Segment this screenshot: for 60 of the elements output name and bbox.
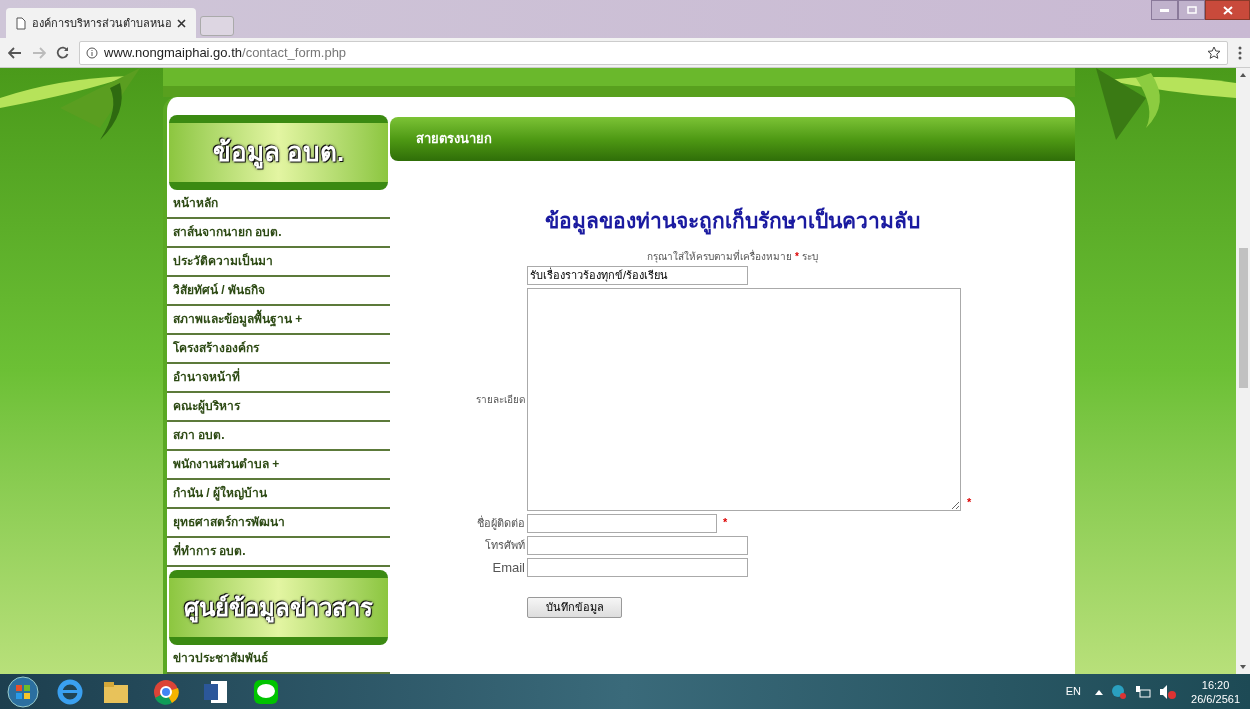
language-indicator[interactable]: EN [1065,683,1082,700]
sidebar-item[interactable]: ที่ทำการ อบต. [167,538,390,567]
required-mark: * [723,514,728,530]
clock-time[interactable]: 16:20 [1201,677,1230,692]
close-button[interactable] [1205,0,1250,20]
maximize-icon [1186,6,1197,14]
security-icon[interactable] [1111,683,1128,700]
sidebar-item[interactable]: สภา อบต. [167,422,390,451]
details-field[interactable] [527,287,961,511]
sidebar-item[interactable]: สาส์นจากนายก อบต. [167,219,390,248]
scrollbar[interactable] [1236,68,1250,674]
maximize-button[interactable] [1178,0,1205,20]
field-label: Email [492,558,525,577]
sidebar-item[interactable]: อำนาจหน้าที่ [167,364,390,393]
tray-up-icon[interactable] [1095,688,1104,695]
input-field[interactable] [527,558,748,577]
back-icon[interactable] [8,46,22,59]
minimize-icon [1160,8,1169,12]
sidebar-item[interactable]: โครงสร้างองค์กร [167,335,390,364]
save-button[interactable]: บันทึกข้อมูล [527,596,622,618]
field-label: ชื่อผู้ติดต่อ [477,514,525,532]
sidebar-item[interactable]: กำนัน / ผู้ใหญ่บ้าน [167,480,390,509]
banner-title: ข้อมูล อบต. [212,136,345,171]
required-mark: * [967,495,972,510]
reload-icon[interactable] [56,46,69,59]
input-field[interactable] [527,513,717,533]
sidebar-item[interactable]: ประวัติความเป็นมา [167,248,390,277]
sidebar-item[interactable]: พนักงานส่วนตำบล + [167,451,390,480]
clock-date[interactable]: 26/6/2561 [1191,691,1240,706]
chat-app-icon[interactable] [252,677,280,706]
minimize-button[interactable] [1151,0,1178,20]
sidebar-item[interactable]: วิสัยทัศน์ / พันธกิจ [167,277,390,306]
network-icon[interactable] [1135,683,1152,700]
tab-title: องค์การบริหารส่วนตำบลหนอ [32,15,171,31]
address-bar[interactable]: www.nongmaiphai.go.th/contact_form.php [79,40,1228,65]
sidebar-item[interactable]: คณะผู้บริหาร [167,393,390,422]
start-button[interactable] [6,675,40,708]
chrome-icon[interactable] [152,677,180,706]
sidebar-item[interactable]: หน้าหลัก [167,190,390,219]
form-heading: ข้อมูลของท่านจะถูกเก็บรักษาเป็นความลับ [544,206,921,237]
close-icon[interactable] [177,18,186,28]
field-label: รายละเอียด [476,392,525,407]
scroll-thumb[interactable] [1238,248,1248,388]
browser-tab[interactable]: องค์การบริหารส่วนตำบลหนอ [6,8,196,38]
form-note: กรุณาใส่ให้ครบตามที่เครื่องหมาย * ระบุ [646,248,819,264]
sidebar-item[interactable]: ยุทธศาสตร์การพัฒนา [167,509,390,538]
url-text: www.nongmaiphai.go.th/contact_form.php [104,43,347,62]
input-field[interactable]: รับเรื่องราวร้องทุกข์/ร้องเรียน [527,265,748,285]
field-label: โทรศัพท์ [485,537,525,553]
sidebar-item[interactable]: สภาพและข้อมูลพื้นฐาน + [167,306,390,335]
info-icon [86,46,98,59]
menu-icon[interactable] [1238,45,1242,60]
close-icon [1222,5,1233,15]
page-icon [16,16,26,30]
banner-title: ศูนย์ข้อมูลข่าวสาร [184,592,373,625]
muted-speaker-icon[interactable] [1159,683,1178,700]
star-icon[interactable] [1207,45,1221,60]
browser-icon[interactable] [56,677,84,706]
input-field[interactable] [527,535,748,555]
header-title: สายตรงนายก [416,130,492,149]
